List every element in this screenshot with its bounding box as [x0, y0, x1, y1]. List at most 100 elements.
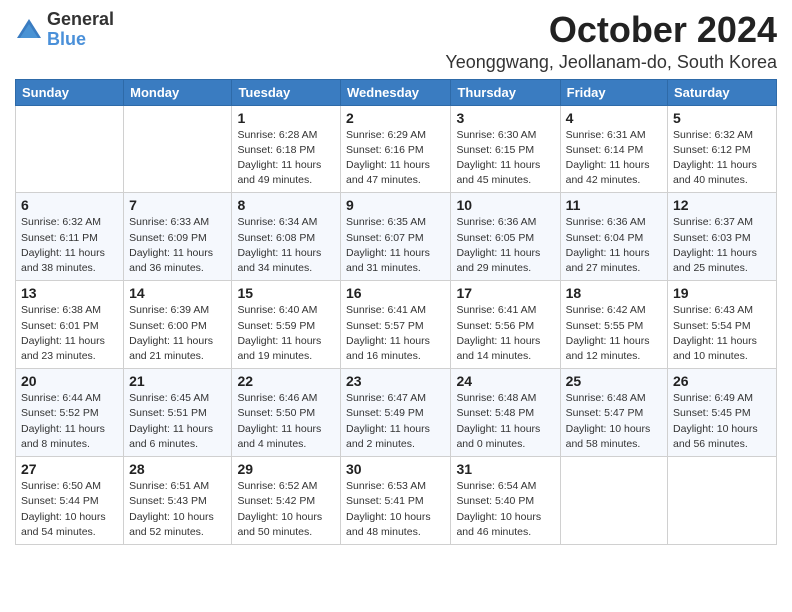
calendar-cell: 29Sunrise: 6:52 AMSunset: 5:42 PMDayligh… [232, 457, 341, 545]
day-number: 20 [21, 373, 118, 389]
day-number: 23 [346, 373, 445, 389]
calendar-cell: 5 Sunrise: 6:32 AMSunset: 6:12 PMDaylight… [668, 105, 777, 193]
calendar-cell: 25 Sunrise: 6:48 AMSunset: 5:47 PMDayligh… [560, 369, 667, 457]
day-number: 28 [129, 461, 226, 477]
day-info: Sunrise: 6:39 AMSunset: 6:00 PMDaylight:… [129, 303, 226, 364]
day-info: Sunrise: 6:32 AMSunset: 6:11 PMDaylight:… [21, 215, 118, 276]
logo-general: General [47, 9, 114, 29]
day-number: 27 [21, 461, 118, 477]
day-info: Sunrise: 6:32 AMSunset: 6:12 PMDaylight:… [673, 128, 771, 189]
calendar-cell: 2Sunrise: 6:29 AMSunset: 6:16 PMDaylight… [341, 105, 451, 193]
day-info: Sunrise: 6:48 AMSunset: 5:47 PMDaylight:… [566, 391, 662, 452]
page-header: General Blue October 2024 Yeonggwang, Je… [15, 10, 777, 73]
day-info: Sunrise: 6:50 AMSunset: 5:44 PMDaylight:… [21, 479, 118, 540]
weekday-header-friday: Friday [560, 79, 667, 105]
day-number: 6 [21, 197, 118, 213]
calendar-week-5: 27 Sunrise: 6:50 AMSunset: 5:44 PMDayligh… [16, 457, 777, 545]
day-info: Sunrise: 6:36 AMSunset: 6:05 PMDaylight:… [456, 215, 554, 276]
calendar-cell: 27 Sunrise: 6:50 AMSunset: 5:44 PMDayligh… [16, 457, 124, 545]
day-number: 5 [673, 110, 771, 126]
weekday-header-monday: Monday [124, 79, 232, 105]
calendar-cell: 10Sunrise: 6:36 AMSunset: 6:05 PMDayligh… [451, 193, 560, 281]
weekday-header-tuesday: Tuesday [232, 79, 341, 105]
day-info: Sunrise: 6:53 AMSunset: 5:41 PMDaylight:… [346, 479, 445, 540]
calendar-cell: 11 Sunrise: 6:36 AMSunset: 6:04 PMDayligh… [560, 193, 667, 281]
day-info: Sunrise: 6:38 AMSunset: 6:01 PMDaylight:… [21, 303, 118, 364]
logo: General Blue [15, 10, 114, 50]
calendar-cell: 28 Sunrise: 6:51 AMSunset: 5:43 PMDayligh… [124, 457, 232, 545]
day-number: 24 [456, 373, 554, 389]
day-number: 25 [566, 373, 662, 389]
calendar-cell: 30Sunrise: 6:53 AMSunset: 5:41 PMDayligh… [341, 457, 451, 545]
calendar-cell: 3 Sunrise: 6:30 AMSunset: 6:15 PMDaylight… [451, 105, 560, 193]
calendar-cell: 31 Sunrise: 6:54 AMSunset: 5:40 PMDayligh… [451, 457, 560, 545]
calendar-cell: 16 Sunrise: 6:41 AMSunset: 5:57 PMDayligh… [341, 281, 451, 369]
day-number: 7 [129, 197, 226, 213]
day-info: Sunrise: 6:37 AMSunset: 6:03 PMDaylight:… [673, 215, 771, 276]
calendar-cell: 9 Sunrise: 6:35 AMSunset: 6:07 PMDaylight… [341, 193, 451, 281]
day-number: 16 [346, 285, 445, 301]
calendar-cell: 18Sunrise: 6:42 AMSunset: 5:55 PMDayligh… [560, 281, 667, 369]
day-info: Sunrise: 6:41 AMSunset: 5:56 PMDaylight:… [456, 303, 554, 364]
day-info: Sunrise: 6:30 AMSunset: 6:15 PMDaylight:… [456, 128, 554, 189]
calendar-cell: 7 Sunrise: 6:33 AMSunset: 6:09 PMDaylight… [124, 193, 232, 281]
calendar-cell: 6 Sunrise: 6:32 AMSunset: 6:11 PMDaylight… [16, 193, 124, 281]
day-info: Sunrise: 6:41 AMSunset: 5:57 PMDaylight:… [346, 303, 445, 364]
day-info: Sunrise: 6:35 AMSunset: 6:07 PMDaylight:… [346, 215, 445, 276]
logo-blue: Blue [47, 29, 86, 49]
weekday-header-wednesday: Wednesday [341, 79, 451, 105]
day-info: Sunrise: 6:43 AMSunset: 5:54 PMDaylight:… [673, 303, 771, 364]
calendar-cell: 17Sunrise: 6:41 AMSunset: 5:56 PMDayligh… [451, 281, 560, 369]
day-number: 3 [456, 110, 554, 126]
day-info: Sunrise: 6:33 AMSunset: 6:09 PMDaylight:… [129, 215, 226, 276]
day-info: Sunrise: 6:54 AMSunset: 5:40 PMDaylight:… [456, 479, 554, 540]
day-number: 9 [346, 197, 445, 213]
calendar-week-2: 6 Sunrise: 6:32 AMSunset: 6:11 PMDaylight… [16, 193, 777, 281]
day-info: Sunrise: 6:49 AMSunset: 5:45 PMDaylight:… [673, 391, 771, 452]
day-number: 13 [21, 285, 118, 301]
day-info: Sunrise: 6:52 AMSunset: 5:42 PMDaylight:… [237, 479, 335, 540]
calendar-cell [668, 457, 777, 545]
weekday-header-row: SundayMondayTuesdayWednesdayThursdayFrid… [16, 79, 777, 105]
day-number: 21 [129, 373, 226, 389]
day-number: 14 [129, 285, 226, 301]
calendar-cell [16, 105, 124, 193]
day-number: 1 [237, 110, 335, 126]
calendar-cell: 19Sunrise: 6:43 AMSunset: 5:54 PMDayligh… [668, 281, 777, 369]
day-number: 15 [237, 285, 335, 301]
day-number: 12 [673, 197, 771, 213]
day-info: Sunrise: 6:36 AMSunset: 6:04 PMDaylight:… [566, 215, 662, 276]
location-title: Yeonggwang, Jeollanam-do, South Korea [445, 52, 777, 73]
day-number: 22 [237, 373, 335, 389]
day-info: Sunrise: 6:40 AMSunset: 5:59 PMDaylight:… [237, 303, 335, 364]
calendar-cell: 13 Sunrise: 6:38 AMSunset: 6:01 PMDayligh… [16, 281, 124, 369]
calendar-cell: 8Sunrise: 6:34 AMSunset: 6:08 PMDaylight… [232, 193, 341, 281]
day-number: 11 [566, 197, 662, 213]
weekday-header-sunday: Sunday [16, 79, 124, 105]
calendar-cell: 20Sunrise: 6:44 AMSunset: 5:52 PMDayligh… [16, 369, 124, 457]
day-info: Sunrise: 6:51 AMSunset: 5:43 PMDaylight:… [129, 479, 226, 540]
calendar-cell: 15 Sunrise: 6:40 AMSunset: 5:59 PMDayligh… [232, 281, 341, 369]
calendar-cell: 23 Sunrise: 6:47 AMSunset: 5:49 PMDayligh… [341, 369, 451, 457]
day-info: Sunrise: 6:45 AMSunset: 5:51 PMDaylight:… [129, 391, 226, 452]
calendar-cell: 1Sunrise: 6:28 AMSunset: 6:18 PMDaylight… [232, 105, 341, 193]
calendar-cell: 14 Sunrise: 6:39 AMSunset: 6:00 PMDayligh… [124, 281, 232, 369]
day-info: Sunrise: 6:34 AMSunset: 6:08 PMDaylight:… [237, 215, 335, 276]
day-info: Sunrise: 6:47 AMSunset: 5:49 PMDaylight:… [346, 391, 445, 452]
day-number: 31 [456, 461, 554, 477]
calendar-cell: 12 Sunrise: 6:37 AMSunset: 6:03 PMDayligh… [668, 193, 777, 281]
logo-icon [15, 16, 43, 44]
day-number: 26 [673, 373, 771, 389]
month-title: October 2024 [445, 10, 777, 50]
calendar-cell: 26 Sunrise: 6:49 AMSunset: 5:45 PMDayligh… [668, 369, 777, 457]
day-info: Sunrise: 6:31 AMSunset: 6:14 PMDaylight:… [566, 128, 662, 189]
day-number: 18 [566, 285, 662, 301]
calendar-week-1: 1Sunrise: 6:28 AMSunset: 6:18 PMDaylight… [16, 105, 777, 193]
calendar-cell [124, 105, 232, 193]
calendar-cell: 21 Sunrise: 6:45 AMSunset: 5:51 PMDayligh… [124, 369, 232, 457]
calendar-cell [560, 457, 667, 545]
calendar-cell: 4 Sunrise: 6:31 AMSunset: 6:14 PMDaylight… [560, 105, 667, 193]
calendar-cell: 24Sunrise: 6:48 AMSunset: 5:48 PMDayligh… [451, 369, 560, 457]
day-number: 4 [566, 110, 662, 126]
day-info: Sunrise: 6:46 AMSunset: 5:50 PMDaylight:… [237, 391, 335, 452]
